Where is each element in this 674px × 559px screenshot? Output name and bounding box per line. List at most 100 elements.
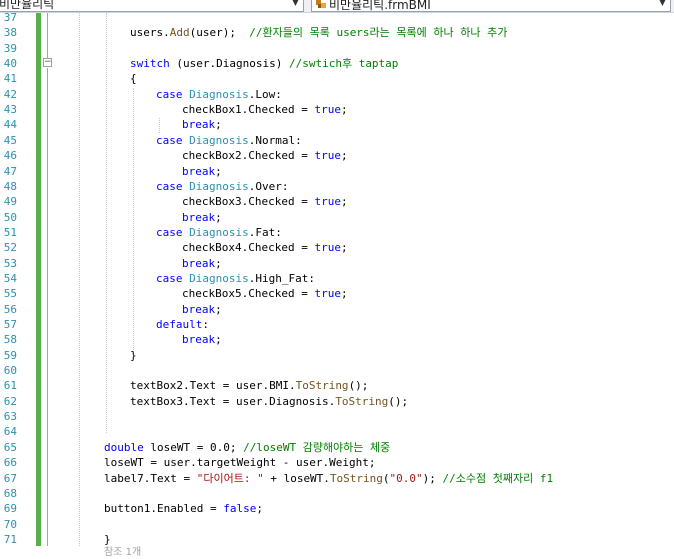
code-text: ; xyxy=(215,333,222,347)
line-number: 57 xyxy=(3,318,17,331)
line-number: 45 xyxy=(3,133,17,147)
method-token: ToString xyxy=(329,471,383,485)
code-text: .Low: xyxy=(248,87,282,101)
line-number-gutter: 37 38 39 40 41 42 43 44 45 46 47 48 49 5… xyxy=(0,11,22,559)
change-tracking-bar xyxy=(36,13,41,546)
code-line[interactable]: case Diagnosis.Over: xyxy=(156,179,288,194)
project-dropdown[interactable]: 비만율리틱 ▼ xyxy=(0,0,304,12)
keyword-token: case xyxy=(156,133,183,147)
keyword-token: true xyxy=(314,241,341,255)
indent-guide xyxy=(79,13,80,546)
code-line[interactable]: break; xyxy=(182,256,222,271)
line-number: 48 xyxy=(3,179,17,193)
line-number: 63 xyxy=(3,410,17,424)
line-number: 68 xyxy=(3,486,17,500)
code-line[interactable]: case Diagnosis.Normal: xyxy=(156,133,302,148)
code-text: ; xyxy=(215,302,222,316)
line-number: 41 xyxy=(3,72,17,86)
method-token: ToString xyxy=(295,379,349,393)
code-text: loseWT xyxy=(143,440,191,454)
code-line[interactable]: checkBox2.Checked = true; xyxy=(182,148,348,163)
code-line[interactable]: break; xyxy=(182,332,222,347)
method-token: Add xyxy=(169,26,190,40)
indent-guide xyxy=(133,88,134,352)
code-text: checkBox2.Checked = xyxy=(182,149,315,163)
keyword-token: case xyxy=(156,225,183,239)
indent-guide xyxy=(159,118,160,133)
code-text: : xyxy=(202,318,209,331)
code-line[interactable]: textBox2.Text = user.BMI.ToString(); xyxy=(130,378,368,393)
line-number: 50 xyxy=(3,210,17,224)
line-number: 51 xyxy=(3,225,17,239)
line-number: 55 xyxy=(3,287,17,301)
outline-line xyxy=(47,68,48,546)
string-token: "다이어트: " xyxy=(196,471,264,485)
collapse-toggle-button[interactable]: − xyxy=(43,58,52,67)
code-text: ; xyxy=(215,164,222,178)
line-number: 43 xyxy=(3,103,17,117)
code-text: ; xyxy=(340,195,348,209)
code-line[interactable]: checkBox5.Checked = true; xyxy=(182,286,348,301)
code-line[interactable]: checkBox1.Checked = true; xyxy=(182,102,348,117)
code-line[interactable]: case Diagnosis.Low: xyxy=(156,87,282,102)
code-line[interactable]: checkBox3.Checked = true; xyxy=(182,194,348,209)
keyword-token: break xyxy=(182,164,216,178)
type-token: Diagnosis xyxy=(189,87,249,101)
keyword-token: true xyxy=(314,287,341,301)
type-dropdown[interactable]: 비만율리틱.frmBMI ▼ xyxy=(311,0,671,12)
code-text: .Normal: xyxy=(248,133,302,147)
code-line[interactable]: { xyxy=(130,71,137,86)
line-number: 67 xyxy=(3,471,17,485)
code-text: checkBox4.Checked = xyxy=(182,241,315,255)
codelens-reference-hint[interactable]: 참조 1개 xyxy=(104,543,141,558)
code-line[interactable]: double loseWT = 0.0; //loseWT 감량해야하는 체중 xyxy=(104,440,390,455)
keyword-token: switch xyxy=(130,57,170,71)
code-text: label7.Text = xyxy=(104,471,197,485)
keyword-token: default xyxy=(156,318,203,331)
line-number: 42 xyxy=(3,87,17,101)
code-line[interactable]: button1.Enabled = false; xyxy=(104,501,263,516)
keyword-token: break xyxy=(182,256,216,270)
code-text: ; xyxy=(215,118,222,132)
code-line[interactable]: default: xyxy=(156,317,209,332)
code-line[interactable]: textBox3.Text = user.Diagnosis.ToString(… xyxy=(130,394,408,409)
navigation-bar: 비만율리틱 ▼ 비만율리틱.frmBMI ▼ xyxy=(0,0,674,13)
keyword-token: case xyxy=(156,271,183,285)
code-line[interactable]: loseWT = user.targetWeight - user.Weight… xyxy=(104,455,376,470)
code-line[interactable]: case Diagnosis.Fat: xyxy=(156,225,282,240)
code-line[interactable]: break; xyxy=(182,164,222,179)
line-number: 66 xyxy=(3,456,17,470)
code-text: ; xyxy=(256,502,263,516)
line-number: 56 xyxy=(3,302,17,316)
code-line[interactable]: break; xyxy=(182,210,222,225)
code-text: checkBox3.Checked = xyxy=(182,195,315,209)
chevron-down-icon[interactable]: ▼ xyxy=(290,0,301,10)
code-text: button1.Enabled = xyxy=(104,502,224,516)
comment-token: //swtich후 taptap xyxy=(288,57,399,71)
code-text: + loseWT. xyxy=(263,471,330,485)
outline-line xyxy=(47,13,48,58)
code-line[interactable]: checkBox4.Checked = true; xyxy=(182,240,348,255)
line-number: 60 xyxy=(3,364,17,378)
keyword-token: case xyxy=(156,179,183,193)
line-number: 64 xyxy=(3,425,17,439)
code-text: ; xyxy=(215,210,222,224)
chevron-down-icon[interactable]: ▼ xyxy=(657,0,668,10)
code-line[interactable]: break; xyxy=(182,117,222,132)
code-line[interactable]: switch (user.Diagnosis) //swtich후 taptap xyxy=(130,56,398,71)
code-text: users. xyxy=(130,26,170,40)
code-line[interactable]: } xyxy=(130,348,137,363)
code-text: = 0.0; xyxy=(190,440,244,454)
code-editor[interactable]: 37 38 39 40 41 42 43 44 45 46 47 48 49 5… xyxy=(0,11,674,559)
line-number: 61 xyxy=(3,379,17,393)
code-line[interactable]: users.Add(user); //환자들의 목록 users라는 목록에 하… xyxy=(130,25,507,40)
line-number: 71 xyxy=(3,532,17,546)
line-number: 44 xyxy=(3,118,17,132)
code-text: .High_Fat: xyxy=(248,271,315,285)
code-line[interactable]: case Diagnosis.High_Fat: xyxy=(156,271,315,286)
line-number: 37 xyxy=(3,11,17,24)
code-line[interactable]: break; xyxy=(182,302,222,317)
code-line[interactable]: label7.Text = "다이어트: " + loseWT.ToString… xyxy=(104,471,553,486)
keyword-token: break xyxy=(182,210,216,224)
string-token: "0.0" xyxy=(389,471,423,485)
